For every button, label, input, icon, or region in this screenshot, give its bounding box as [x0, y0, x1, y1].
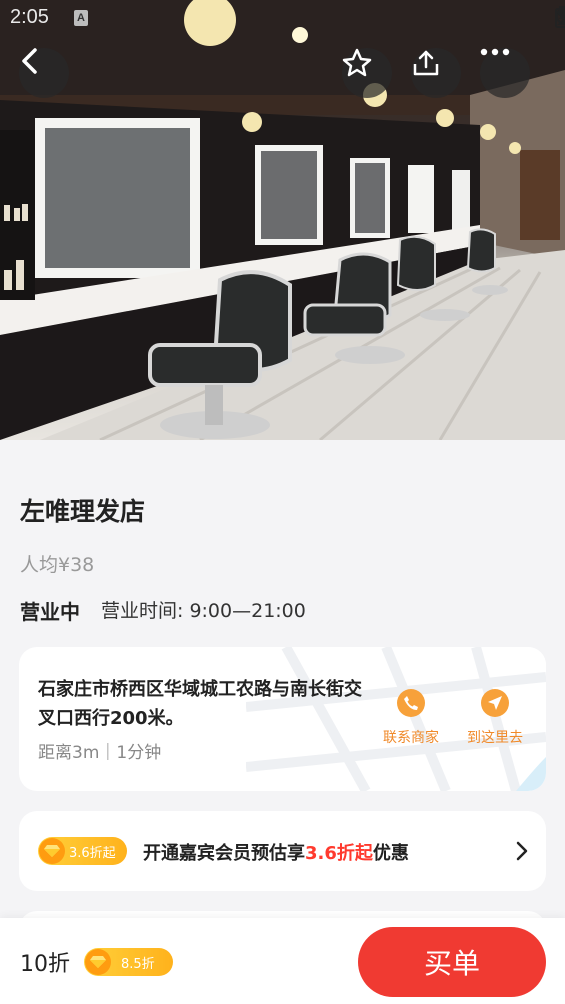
chevron-right-icon	[516, 841, 528, 861]
contact-merchant-button[interactable]: 联系商家	[376, 689, 446, 747]
membership-badge-text: 3.6折起	[69, 845, 116, 861]
diamond-icon	[85, 949, 111, 975]
address-text: 石家庄市桥西区华域城工农路与南长街交叉口西行200米。	[38, 679, 362, 729]
address-card[interactable]: 石家庄市桥西区华域城工农路与南长街交叉口西行200米。 距离3m｜1分钟 联系商…	[19, 647, 546, 791]
back-button[interactable]	[19, 48, 69, 98]
current-discount: 10折	[20, 952, 70, 977]
chevron-left-icon	[22, 48, 37, 74]
membership-text-prefix: 开通嘉宾会员预估享	[143, 843, 305, 864]
more-button[interactable]	[480, 48, 530, 98]
membership-text: 开通嘉宾会员预估享3.6折起优惠	[143, 839, 409, 865]
share-button[interactable]	[411, 48, 461, 98]
pay-bill-button[interactable]: 买单	[358, 927, 546, 997]
diamond-icon	[39, 838, 65, 864]
membership-banner[interactable]: 3.6折起 开通嘉宾会员预估享3.6折起优惠	[19, 811, 546, 891]
member-price-badge: 8.5折	[84, 948, 173, 976]
favorite-button[interactable]	[342, 48, 392, 98]
navigate-label: 到这里去	[467, 730, 523, 746]
shop-photo[interactable]: 2:05 A	[0, 0, 565, 440]
navigation-arrow-icon	[481, 689, 509, 717]
average-price: 人均¥38	[20, 554, 95, 576]
open-status: 营业中	[20, 600, 80, 624]
membership-text-suffix: 优惠	[372, 843, 409, 864]
member-price-text: 8.5折	[121, 956, 155, 972]
membership-discount-badge: 3.6折起	[38, 837, 127, 865]
phone-icon	[397, 689, 425, 717]
membership-text-highlight: 3.6折起	[305, 843, 373, 864]
status-time: 2:05	[10, 6, 49, 28]
star-icon	[342, 48, 372, 77]
more-dots-icon	[480, 48, 510, 56]
contact-merchant-label: 联系商家	[383, 730, 439, 746]
shop-name: 左唯理发店	[20, 497, 146, 526]
business-hours: 营业时间: 9:00—21:00	[101, 600, 306, 622]
distance-text: 距离3m｜1分钟	[38, 743, 162, 763]
notification-icon: A	[74, 10, 88, 26]
share-icon	[413, 50, 439, 76]
battery-icon	[555, 6, 565, 28]
navigate-button[interactable]: 到这里去	[460, 689, 530, 747]
